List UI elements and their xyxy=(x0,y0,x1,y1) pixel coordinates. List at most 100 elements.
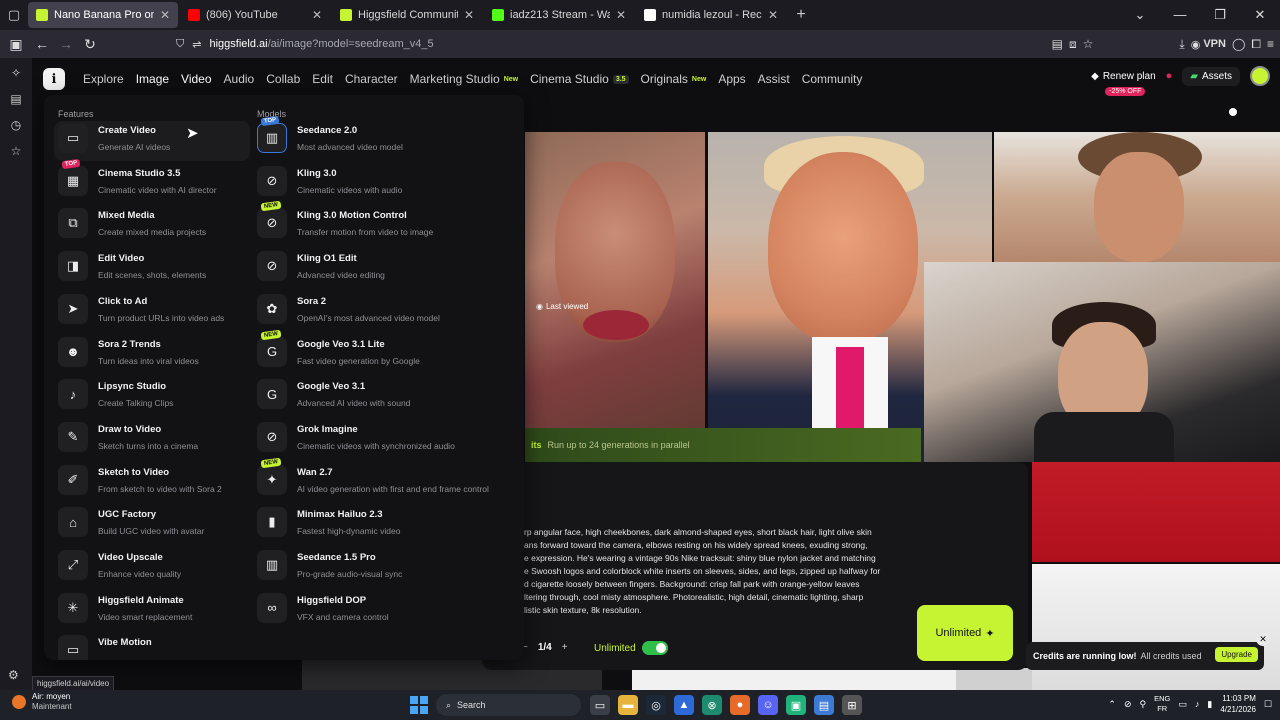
windows-start-icon[interactable] xyxy=(410,696,428,714)
address-bar[interactable]: ⛉ ⇌ higgsfield.ai /ai/image?model=seedre… xyxy=(176,32,1061,56)
menu-item-character[interactable]: Character xyxy=(339,72,404,86)
xbox-icon[interactable]: ⊗ xyxy=(702,695,722,715)
menu-entry[interactable]: ✎ Draw to Video Sketch turns into a cinema xyxy=(58,421,198,460)
battery-icon[interactable]: ▮ xyxy=(1207,699,1212,710)
site-info-icon[interactable]: ⇌ xyxy=(192,38,201,51)
assets-button[interactable]: ▰ Assets xyxy=(1182,66,1240,86)
download-icon[interactable]: ⤓ xyxy=(1179,37,1184,52)
menu-entry[interactable]: ➤ Click to Ad Turn product URLs into video… xyxy=(58,293,224,332)
menu-entry[interactable]: ▭ Vibe Motion xyxy=(58,635,152,660)
gallery-image-girl[interactable] xyxy=(525,132,705,462)
browser-tab[interactable]: Higgsfield Community: connect ✕ xyxy=(332,2,482,28)
app-icon[interactable]: ▣ xyxy=(786,695,806,715)
menu-entry[interactable]: ⤢ Video Upscale Enhance video quality xyxy=(58,550,181,588)
toggle-switch[interactable] xyxy=(641,641,668,655)
history-icon[interactable]: ◷ xyxy=(11,118,21,132)
restore-button[interactable]: ❐ xyxy=(1200,7,1240,23)
gallery-image-light[interactable] xyxy=(632,668,956,690)
weather-widget[interactable]: Air: moyen Maintenant xyxy=(12,692,72,712)
menu-item-community[interactable]: Community xyxy=(796,72,869,86)
taskbar-search[interactable]: ⌕ Search xyxy=(436,694,581,716)
app-icon[interactable]: ⊞ xyxy=(842,695,862,715)
browser-tab[interactable]: iadz213 Stream - Watch Live on ✕ xyxy=(484,2,634,28)
notepad-icon[interactable]: ▤ xyxy=(814,695,834,715)
menu-entry[interactable]: ⊘ NEW Kling 3.0 Motion Control Transfer mot… xyxy=(257,201,433,246)
menu-item-edit[interactable]: Edit xyxy=(306,72,339,86)
reload-button[interactable]: ↻ xyxy=(78,32,102,56)
display-icon[interactable]: ▭ xyxy=(1178,699,1187,710)
menu-icon[interactable]: ≡ xyxy=(1267,37,1274,51)
menu-entry[interactable]: ✦ NEW Wan 2.7 AI video generation with firs… xyxy=(257,457,489,503)
menu-item-originals[interactable]: Originals New xyxy=(635,72,713,86)
menu-entry[interactable]: ☻ Sora 2 Trends Turn ideas into viral vide… xyxy=(58,336,199,375)
usb-icon[interactable]: ⚲ xyxy=(1140,699,1147,710)
network-off-icon[interactable]: ⊘ xyxy=(1124,699,1132,710)
carousel-dot[interactable] xyxy=(1229,108,1237,116)
account-icon[interactable]: ◯ xyxy=(1232,37,1245,51)
toast-close-icon[interactable]: ✕ xyxy=(1256,632,1270,646)
firefox-icon[interactable]: ● xyxy=(730,695,750,715)
minimize-button[interactable]: — xyxy=(1160,7,1200,23)
app-icon[interactable]: ▲ xyxy=(674,695,694,715)
discord-icon[interactable]: ☺ xyxy=(758,695,778,715)
avatar[interactable] xyxy=(1250,66,1270,86)
upgrade-button[interactable]: Upgrade xyxy=(1215,647,1258,662)
menu-entry[interactable]: ✿ Sora 2 OpenAI's most advanced video mode… xyxy=(257,293,440,332)
gallery-image-white[interactable] xyxy=(1032,564,1280,690)
tab-close-icon[interactable]: ✕ xyxy=(160,8,170,22)
clock[interactable]: 11:03 PM 4/21/2026 xyxy=(1220,693,1256,715)
browser-tab[interactable]: (806) YouTube ✕ xyxy=(180,2,330,28)
menu-entry[interactable]: ♪ Lipsync Studio Create Talking Clips xyxy=(58,379,173,417)
bookmark-star-icon[interactable]: ☆ xyxy=(1083,37,1094,51)
close-window-button[interactable]: ✕ xyxy=(1240,7,1280,23)
renew-plan-button[interactable]: ◆ Renew plan -25% OFF xyxy=(1091,71,1156,96)
vpn-button[interactable]: ◉ VPN xyxy=(1191,38,1226,51)
plus-icon[interactable]: + xyxy=(562,642,568,653)
menu-entry[interactable]: ⊘ Kling O1 Edit Advanced video editing xyxy=(257,251,385,289)
tab-overflow-icon[interactable]: ⌄ xyxy=(1120,7,1160,23)
menu-entry[interactable]: ▦ TOP Cinema Studio 3.5 Cinematic video wit… xyxy=(58,158,217,204)
back-button[interactable]: ← xyxy=(30,32,54,56)
menu-entry[interactable]: ◨ Edit Video Edit scenes, shots, elements xyxy=(58,251,206,289)
new-tab-button[interactable]: + xyxy=(788,6,814,24)
generate-button[interactable]: Unlimited ✦ xyxy=(917,605,1013,661)
task-view-icon[interactable]: ▭ xyxy=(590,695,610,715)
sidebar-toggle-icon[interactable]: ▣ xyxy=(4,32,28,56)
menu-item-video[interactable]: Video xyxy=(175,72,217,86)
menu-item-assist[interactable]: Assist xyxy=(752,72,796,86)
menu-item-audio[interactable]: Audio xyxy=(218,72,261,86)
tab-close-icon[interactable]: ✕ xyxy=(616,8,626,22)
menu-entry[interactable]: G Google Veo 3.1 Advanced AI video with so… xyxy=(257,379,410,417)
tab-close-icon[interactable]: ✕ xyxy=(768,8,778,22)
prompt-text[interactable]: rp angular face, high cheekbones, dark a… xyxy=(524,526,914,617)
menu-entry[interactable]: ∞ Higgsfield DOP VFX and camera control xyxy=(257,592,389,631)
menu-item-image[interactable]: Image xyxy=(130,72,175,86)
gallery-image-kid[interactable] xyxy=(994,132,1280,262)
browser-tab[interactable]: Nano Banana Pro on Higgsfield ✕ xyxy=(28,2,178,28)
menu-item-collab[interactable]: Collab xyxy=(260,72,306,86)
menu-entry[interactable]: G NEW Google Veo 3.1 Lite Fast video genera… xyxy=(257,329,420,375)
reader-mode-icon[interactable]: ▤ xyxy=(1052,37,1063,51)
screenshot-icon[interactable]: ⧈ xyxy=(1069,37,1077,52)
menu-entry[interactable]: ⊘ Grok Imagine Cinematic videos with synch… xyxy=(257,421,455,460)
gallery-image-red[interactable] xyxy=(1032,462,1280,562)
bookmarks-icon[interactable]: ☆ xyxy=(11,144,22,158)
settings-gear-icon[interactable]: ⚙ xyxy=(8,668,19,682)
ai-chat-icon[interactable]: ✧ xyxy=(11,66,21,80)
menu-item-explore[interactable]: Explore xyxy=(77,72,130,86)
menu-item-cinema-studio[interactable]: Cinema Studio 3.5 xyxy=(524,72,634,86)
tab-close-icon[interactable]: ✕ xyxy=(312,8,322,22)
menu-entry[interactable]: ▮ Minimax Hailuo 2.3 Fastest high-dynamic … xyxy=(257,507,400,545)
extensions-icon[interactable]: ⧠ xyxy=(1251,37,1261,52)
menu-entry[interactable]: ⧉ Mixed Media Create mixed media projects xyxy=(58,208,206,246)
chevron-up-icon[interactable]: ⌃ xyxy=(1108,699,1116,710)
browser-tab[interactable]: numidia lezoul - Recherche Goo ✕ xyxy=(636,2,786,28)
volume-icon[interactable]: ♪ xyxy=(1195,699,1200,709)
language-indicator[interactable]: ENG FR xyxy=(1154,694,1170,714)
steam-icon[interactable]: ◎ xyxy=(646,695,666,715)
tab-list-icon[interactable]: ▢ xyxy=(0,0,28,30)
notification-bell-icon[interactable]: ● xyxy=(1166,70,1173,82)
tab-close-icon[interactable]: ✕ xyxy=(464,8,474,22)
unlimited-toggle[interactable]: Unlimited xyxy=(594,641,668,655)
menu-entry[interactable]: ▥ TOP Seedance 2.0 Most advanced video mode… xyxy=(257,115,403,161)
